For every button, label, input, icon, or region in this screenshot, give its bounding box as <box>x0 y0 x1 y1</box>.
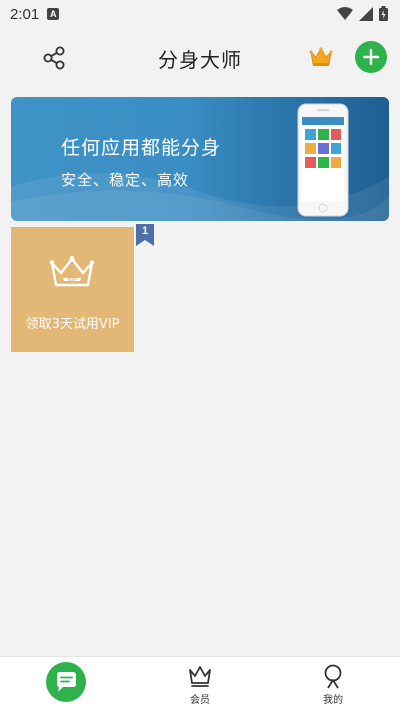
nav-item-member[interactable]: 会员 <box>175 661 225 709</box>
status-bar: 2:01 A <box>0 0 400 28</box>
share-button[interactable] <box>40 44 68 72</box>
nav-item-mine[interactable]: 我的 <box>308 661 358 709</box>
add-icon <box>362 48 380 66</box>
nav-label-mine: 我的 <box>323 695 343 706</box>
bottom-nav: 会员 我的 <box>0 656 400 710</box>
phone-illustration-icon <box>297 103 349 217</box>
vip-crown-icon: VIP <box>49 256 95 287</box>
crown-outline-icon <box>189 666 211 687</box>
signal-icon <box>359 6 373 21</box>
share-icon <box>43 46 65 70</box>
app-header: 分身大师 <box>0 28 400 88</box>
status-icons <box>337 6 388 21</box>
svg-text:VIP: VIP <box>67 277 77 283</box>
battery-icon <box>379 6 388 21</box>
page-title: 分身大师 <box>158 47 242 72</box>
add-app-button[interactable] <box>355 41 387 73</box>
banner-subtitle: 安全、稳定、高效 <box>61 171 190 189</box>
user-icon <box>324 664 342 689</box>
chat-icon <box>57 672 76 692</box>
banner-title: 任何应用都能分身 <box>61 137 222 159</box>
a-notification-icon: A <box>47 8 60 20</box>
promo-banner[interactable]: 任何应用都能分身 安全、稳定、高效 <box>11 97 389 221</box>
vip-badge-count: 1 <box>141 225 149 237</box>
nav-home-chat[interactable] <box>46 662 86 702</box>
nav-label-member: 会员 <box>190 695 210 706</box>
vip-trial-tile[interactable]: VIP 领取3天试用VIP <box>11 227 134 352</box>
wifi-icon <box>337 6 353 20</box>
status-time: 2:01 <box>10 5 40 23</box>
vip-crown-button[interactable] <box>308 44 334 70</box>
vip-trial-label: 领取3天试用VIP <box>25 317 120 332</box>
crown-icon <box>309 47 333 66</box>
